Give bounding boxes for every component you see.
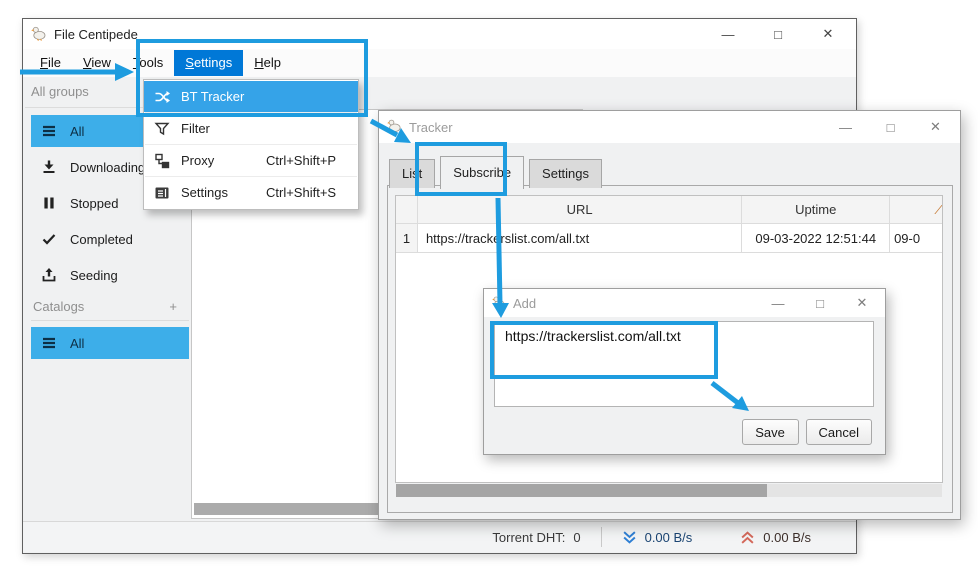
proxy-icon xyxy=(154,153,170,169)
header-clipped[interactable]: ⁄ xyxy=(890,196,942,224)
all-groups-selector[interactable]: All groups xyxy=(31,79,89,105)
tab-subscribe[interactable]: Subscribe xyxy=(440,156,524,189)
add-catalog-button[interactable]: + xyxy=(169,299,177,314)
statusbar-separator xyxy=(601,527,602,547)
upload-chevron-icon xyxy=(740,530,755,545)
row-number-cell: 1 xyxy=(396,224,418,253)
upload-speed: 0.00 B/s xyxy=(763,530,811,545)
minimize-button[interactable]: — xyxy=(823,120,868,135)
menu-item-filter[interactable]: Filter xyxy=(144,113,358,144)
dht-value: 0 xyxy=(573,530,580,545)
sidebar-item-completed[interactable]: Completed xyxy=(31,223,189,255)
download-chevron-icon xyxy=(622,530,637,545)
menu-item-proxy[interactable]: Proxy Ctrl+Shift+P xyxy=(144,145,358,176)
settings-icon xyxy=(154,185,170,201)
menu-tools[interactable]: Tools xyxy=(122,50,174,76)
maximize-button[interactable]: □ xyxy=(799,296,841,311)
row-uptime-cell: 09-03-2022 12:51:44 xyxy=(742,224,890,253)
menu-bar: File View Tools Settings Help xyxy=(23,49,856,77)
save-button[interactable]: Save xyxy=(742,419,799,445)
menu-help[interactable]: Help xyxy=(243,50,292,76)
close-button[interactable]: ✕ xyxy=(803,26,853,42)
maximize-button[interactable]: □ xyxy=(753,27,803,42)
maximize-button[interactable]: □ xyxy=(868,120,913,135)
menu-item-settings[interactable]: Settings Ctrl+Shift+S xyxy=(144,177,358,208)
catalogs-separator xyxy=(31,320,189,321)
header-number[interactable] xyxy=(396,196,418,224)
app-duck-icon xyxy=(31,25,47,44)
menu-file[interactable]: File xyxy=(29,50,72,76)
tab-settings[interactable]: Settings xyxy=(529,159,602,188)
tab-list[interactable]: List xyxy=(389,159,435,188)
menu-view[interactable]: View xyxy=(72,50,122,76)
download-speed: 0.00 B/s xyxy=(645,530,693,545)
tracker-window-title: Tracker xyxy=(409,120,453,135)
screenshot-stage: File Centipede — □ ✕ File View Tools Set… xyxy=(0,0,978,572)
tracker-url-input[interactable]: https://trackerslist.com/all.txt xyxy=(494,321,874,407)
menu-settings[interactable]: Settings xyxy=(174,50,243,76)
table-row[interactable]: 1 https://trackerslist.com/all.txt 09-03… xyxy=(396,224,942,253)
cancel-button[interactable]: Cancel xyxy=(806,419,872,445)
add-dialog-title: Add xyxy=(513,296,536,311)
add-dialog: Add — □ ✕ https://trackerslist.com/all.t… xyxy=(483,288,886,455)
sidebar-catalog-all[interactable]: All xyxy=(31,327,189,359)
status-bar: Torrent DHT: 0 0.00 B/s 0.00 B/s xyxy=(23,521,856,552)
app-duck-icon xyxy=(387,118,402,136)
settings-dropdown-menu: BT Tracker Filter Proxy Ctrl+Shift+P Set… xyxy=(143,79,359,210)
download-icon xyxy=(41,159,57,175)
tracker-hscrollbar[interactable] xyxy=(396,484,942,497)
menu-icon xyxy=(41,335,57,351)
main-window-title: File Centipede xyxy=(54,27,138,42)
add-titlebar[interactable]: Add — □ ✕ xyxy=(484,289,885,317)
pause-icon xyxy=(41,195,57,211)
scrollbar-thumb[interactable] xyxy=(396,484,767,497)
app-duck-icon xyxy=(492,295,506,312)
row-clipped-cell: 09-0 xyxy=(890,224,942,253)
header-url[interactable]: URL xyxy=(418,196,742,224)
menu-item-bt-tracker[interactable]: BT Tracker xyxy=(144,81,358,112)
check-icon xyxy=(41,231,57,247)
sidebar-item-seeding[interactable]: Seeding xyxy=(31,259,189,291)
menu-icon xyxy=(41,123,57,139)
close-button[interactable]: ✕ xyxy=(841,295,883,311)
shuffle-icon xyxy=(154,89,170,105)
minimize-button[interactable]: — xyxy=(757,296,799,311)
minimize-button[interactable]: — xyxy=(703,27,753,42)
tracker-tabs: List Subscribe Settings xyxy=(389,155,602,188)
catalogs-label: Catalogs xyxy=(33,299,84,314)
row-url-cell: https://trackerslist.com/all.txt xyxy=(418,224,742,253)
main-titlebar[interactable]: File Centipede — □ ✕ xyxy=(23,19,856,49)
dht-label: Torrent DHT: xyxy=(492,530,565,545)
close-button[interactable]: ✕ xyxy=(913,119,958,135)
table-header-row: URL Uptime ⁄ xyxy=(396,196,942,224)
filter-icon xyxy=(154,121,170,137)
upload-icon xyxy=(41,267,57,283)
header-uptime[interactable]: Uptime xyxy=(742,196,890,224)
tracker-titlebar[interactable]: Tracker — □ ✕ xyxy=(379,111,960,143)
